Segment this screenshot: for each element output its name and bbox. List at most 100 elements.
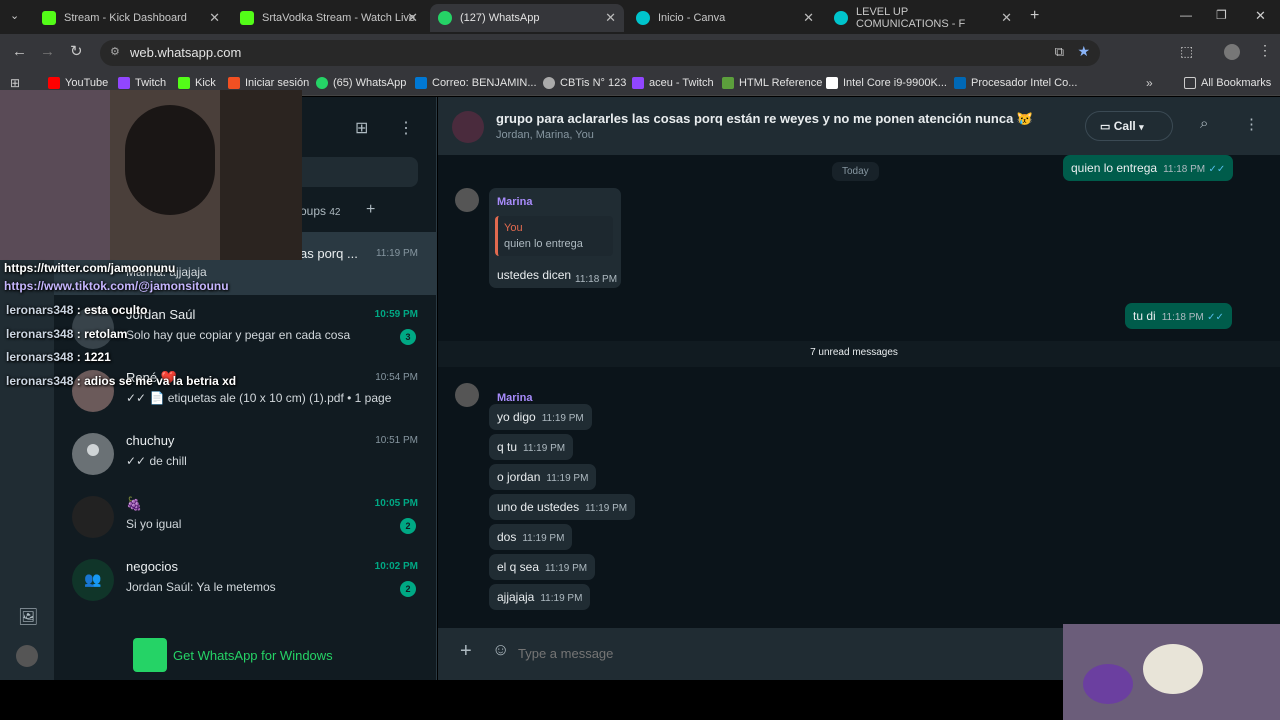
bookmark-twitch[interactable]: Twitch xyxy=(118,77,166,89)
message-bubble[interactable]: quien lo entrega 11:18 PM ✓✓ xyxy=(1063,155,1234,181)
tab-search-icon[interactable]: ⌄ xyxy=(10,9,19,22)
message-bubble[interactable]: o jordan 11:19 PM xyxy=(489,464,597,490)
tab-label: Stream - Kick Dashboard xyxy=(64,12,187,24)
chat-item-chuchuy[interactable]: chuchuy ✓✓ de chill 10:51 PM xyxy=(54,423,436,486)
window-close-icon[interactable]: ✕ xyxy=(1255,8,1266,24)
quote-text: quien lo entrega xyxy=(504,238,583,250)
tab-whatsapp[interactable]: (127) WhatsApp ✕ xyxy=(430,4,624,32)
bookmark-whatsapp[interactable]: (65) WhatsApp xyxy=(316,77,406,89)
emoji-icon[interactable]: ☺ xyxy=(492,640,509,660)
group-avatar[interactable] xyxy=(452,111,484,143)
message-bubble[interactable]: el q sea 11:19 PM xyxy=(489,554,596,580)
bookmark-youtube[interactable]: YouTube xyxy=(48,77,108,89)
bookmark-html-reference[interactable]: HTML Reference xyxy=(722,77,822,89)
apps-grid-icon[interactable]: ⊞ xyxy=(10,76,20,90)
site-info-icon[interactable]: ⚙ xyxy=(110,45,120,58)
back-icon[interactable]: ← xyxy=(12,43,27,60)
chat-message: : esta oculto xyxy=(76,303,148,317)
profile-avatar[interactable] xyxy=(16,645,38,667)
media-icon[interactable]: 🖼 xyxy=(18,607,38,627)
tab-kick-dashboard[interactable]: Stream - Kick Dashboard ✕ xyxy=(34,4,228,32)
new-chat-icon[interactable]: ⊞ xyxy=(355,118,368,138)
tab-label: (127) WhatsApp xyxy=(460,12,540,24)
chat-item-rene[interactable]: René ❤️ ✓✓ 📄 etiquetas ale (10 x 10 cm) … xyxy=(54,360,436,423)
unread-divider: 7 unread messages xyxy=(438,341,1280,367)
bookmark-label: Iniciar sesión xyxy=(245,77,310,89)
unread-divider-label: 7 unread messages xyxy=(810,347,898,358)
message-bubble[interactable]: tu di 11:18 PM ✓✓ xyxy=(1125,303,1232,329)
message-bubble[interactable]: yo digo 11:19 PM xyxy=(489,404,592,430)
unread-badge: 2 xyxy=(400,581,416,597)
youtube-icon xyxy=(48,77,60,89)
chat-message: : retolam xyxy=(76,327,128,341)
message-input[interactable] xyxy=(518,637,1058,669)
attach-plus-icon[interactable]: + xyxy=(460,640,472,663)
close-icon[interactable]: ✕ xyxy=(1001,10,1012,26)
bookmark-label: (65) WhatsApp xyxy=(333,77,407,89)
add-filter-icon[interactable]: + xyxy=(366,201,375,219)
close-icon[interactable]: ✕ xyxy=(803,10,814,26)
profile-avatar[interactable] xyxy=(1224,44,1240,60)
chat-preview: ✓✓ 📄 etiquetas ale (10 x 10 cm) (1).pdf … xyxy=(126,391,392,405)
chat-time: 10:05 PM xyxy=(374,498,418,509)
url-text: web.whatsapp.com xyxy=(130,45,242,60)
bookmark-intel-core[interactable]: Intel Core i9-9900K... xyxy=(826,77,947,89)
bookmark-procesador[interactable]: Procesador Intel Co... xyxy=(954,77,1077,89)
tab-level-up[interactable]: LEVEL UP COMUNICATIONS - F ✕ xyxy=(826,4,1020,32)
message-text: q tu xyxy=(497,440,518,454)
message-bubble[interactable]: uno de ustedes 11:19 PM xyxy=(489,494,636,520)
bookmark-star-icon[interactable]: ★ xyxy=(1077,43,1090,60)
menu-dots-icon[interactable]: ⋮ xyxy=(1258,42,1272,59)
forward-icon[interactable]: → xyxy=(40,43,55,60)
bookmark-kick[interactable]: Kick xyxy=(178,77,216,89)
chat-item-negocios[interactable]: 👥 negocios Jordan Saúl: Ya le metemos 10… xyxy=(54,549,436,612)
bookmark-login[interactable]: Iniciar sesión xyxy=(228,77,309,89)
message-time: 11:18 PM xyxy=(1161,312,1204,323)
get-app-banner: Get WhatsApp for Windows xyxy=(54,622,436,680)
maximize-icon[interactable]: ❐ xyxy=(1216,8,1227,22)
close-icon[interactable]: ✕ xyxy=(209,10,220,26)
bookmark-correo[interactable]: Correo: BENJAMIN... xyxy=(415,77,537,89)
address-bar-row: ← → ↻ ⚙ web.whatsapp.com ⧉ ★ ⬚ ⋮ xyxy=(0,34,1280,72)
chevron-down-icon: ▾ xyxy=(1139,122,1144,132)
avatar xyxy=(72,496,114,538)
intel-icon xyxy=(954,77,966,89)
message-bubble[interactable]: dos 11:19 PM xyxy=(489,524,573,550)
message-bubble[interactable]: q tu 11:19 PM xyxy=(489,434,574,460)
minimize-icon[interactable]: — xyxy=(1180,8,1192,22)
quoted-message[interactable]: You quien lo entrega xyxy=(495,216,613,256)
get-app-link[interactable]: Get WhatsApp for Windows xyxy=(173,648,333,663)
install-app-icon[interactable]: ⧉ xyxy=(1055,44,1064,60)
tab-srtavodka[interactable]: SrtaVodka Stream - Watch Live ✕ xyxy=(232,4,426,32)
filter-groups-chip[interactable]: oups 42 xyxy=(300,204,341,218)
tab-canva[interactable]: Inicio - Canva ✕ xyxy=(628,4,822,32)
message-bubble-reply[interactable]: Marina You quien lo entrega ustedes dice… xyxy=(489,188,621,288)
close-icon[interactable]: ✕ xyxy=(407,10,418,26)
message-time: 11:19 PM xyxy=(545,563,588,574)
conversation-header[interactable]: grupo para aclararles las cosas porq est… xyxy=(438,97,1280,155)
search-input[interactable] xyxy=(300,157,418,187)
bookmark-aceu[interactable]: aceu - Twitch xyxy=(632,77,714,89)
extensions-icon[interactable]: ⬚ xyxy=(1180,43,1193,60)
chat-item-grapes[interactable]: 🍇 Si yo igual 10:05 PM 2 xyxy=(54,486,436,549)
folder-icon xyxy=(1184,77,1196,89)
chat-name: chuchuy xyxy=(126,433,175,448)
bookmark-label: Twitch xyxy=(135,77,167,89)
new-tab-icon[interactable]: + xyxy=(1030,7,1039,25)
menu-dots-icon[interactable]: ⋮ xyxy=(1244,115,1259,133)
all-bookmarks[interactable]: All Bookmarks xyxy=(1184,77,1271,89)
avatar[interactable] xyxy=(455,188,479,212)
call-button[interactable]: ▭ Call ▾ xyxy=(1085,111,1173,141)
url-field[interactable]: ⚙ web.whatsapp.com ⧉ ★ xyxy=(100,40,1100,66)
avatar[interactable] xyxy=(455,383,479,407)
reload-icon[interactable]: ↻ xyxy=(70,42,83,60)
webcam-background xyxy=(0,90,110,260)
menu-dots-icon[interactable]: ⋮ xyxy=(398,118,414,138)
close-icon[interactable]: ✕ xyxy=(605,10,616,26)
message-text: yo digo xyxy=(497,410,536,424)
search-icon[interactable]: ⌕ xyxy=(1200,115,1208,132)
bookmark-cbtis[interactable]: CBTis N° 123 xyxy=(543,77,626,89)
message-bubble[interactable]: ajjajaja 11:19 PM xyxy=(489,584,591,610)
more-bookmarks-icon[interactable]: » xyxy=(1146,76,1153,90)
flower-purple xyxy=(1083,664,1133,704)
